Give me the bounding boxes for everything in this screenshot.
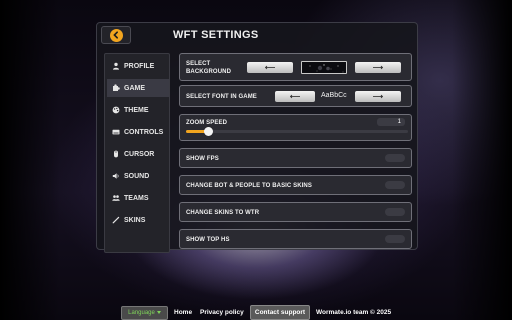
arrow-right-icon — [373, 65, 384, 70]
setting-label: SHOW TOP HS — [186, 237, 230, 243]
sidebar-item-profile[interactable]: PROFILE — [107, 57, 169, 75]
copyright-text: Wormate.io team © 2025 — [316, 309, 392, 316]
panel-header: WFT SETTINGS — [97, 23, 417, 47]
language-label: Language — [128, 310, 155, 316]
footer: Language Home Privacy policy Contact sup… — [0, 304, 512, 320]
privacy-policy-link[interactable]: Privacy policy — [200, 309, 244, 316]
setting-label: CHANGE SKINS TO WTR — [186, 210, 260, 216]
skins-wtr-toggle[interactable] — [385, 208, 405, 216]
back-button[interactable] — [101, 26, 131, 44]
sidebar-item-label: CURSOR — [124, 150, 155, 158]
setting-row-font: SELECT FONT IN GAME AaBbCc — [179, 85, 412, 107]
settings-sidebar: PROFILE GAME THEME CONTROLS CURSOR SOUND… — [104, 53, 170, 253]
show-fps-toggle[interactable] — [385, 154, 405, 162]
sidebar-item-label: CONTROLS — [124, 128, 164, 136]
zoom-slider[interactable] — [186, 127, 408, 136]
show-top-hs-toggle[interactable] — [385, 235, 405, 243]
sidebar-item-game[interactable]: GAME — [107, 79, 169, 97]
sidebar-item-label: PROFILE — [124, 62, 155, 70]
speaker-icon — [112, 172, 120, 180]
sidebar-item-label: THEME — [124, 106, 149, 114]
setting-row-skins-wtr[interactable]: CHANGE SKINS TO WTR — [179, 202, 412, 222]
arrow-left-icon — [289, 94, 300, 99]
setting-label: SELECT BACKGROUND — [186, 61, 231, 75]
sidebar-item-teams[interactable]: TEAMS — [107, 189, 169, 207]
setting-row-show-fps[interactable]: SHOW FPS — [179, 148, 412, 168]
background-prev-button[interactable] — [247, 62, 293, 73]
user-icon — [112, 62, 120, 70]
setting-row-zoom: ZOOM SPEED 1 — [179, 114, 412, 141]
panel-title: WFT SETTINGS — [173, 29, 259, 41]
background-next-button[interactable] — [355, 62, 401, 73]
setting-label: ZOOM SPEED — [186, 120, 228, 126]
font-sample: AaBbCc — [321, 92, 347, 99]
puzzle-icon — [112, 84, 120, 92]
setting-label: SELECT FONT IN GAME — [186, 94, 257, 100]
group-icon — [112, 194, 120, 202]
zoom-value: 1 — [377, 118, 405, 126]
setting-label: CHANGE BOT & PEOPLE TO BASIC SKINS — [186, 183, 312, 189]
basic-skins-toggle[interactable] — [385, 181, 405, 189]
font-next-button[interactable] — [355, 91, 401, 102]
sidebar-item-sound[interactable]: SOUND — [107, 167, 169, 185]
sidebar-item-label: SOUND — [124, 172, 150, 180]
sidebar-item-label: TEAMS — [124, 194, 149, 202]
sidebar-item-label: SKINS — [124, 216, 146, 224]
keyboard-icon — [112, 128, 120, 136]
zoom-slider-thumb[interactable] — [204, 127, 213, 136]
chevron-down-icon — [156, 310, 161, 316]
contact-support-button[interactable]: Contact support — [250, 305, 310, 320]
brush-icon — [112, 216, 120, 224]
settings-panel: WFT SETTINGS PROFILE GAME THEME CONTROLS — [96, 22, 418, 253]
palette-icon — [112, 106, 120, 114]
font-prev-button[interactable] — [275, 91, 315, 102]
sidebar-item-label: GAME — [124, 84, 145, 92]
sidebar-item-theme[interactable]: THEME — [107, 101, 169, 119]
setting-row-basic-skins[interactable]: CHANGE BOT & PEOPLE TO BASIC SKINS — [179, 175, 412, 195]
setting-label: SHOW FPS — [186, 156, 219, 162]
sidebar-item-skins[interactable]: SKINS — [107, 211, 169, 229]
left-shade — [0, 0, 60, 320]
setting-row-show-top-hs[interactable]: SHOW TOP HS — [179, 229, 412, 249]
home-link[interactable]: Home — [174, 309, 192, 316]
sidebar-item-controls[interactable]: CONTROLS — [107, 123, 169, 141]
sidebar-item-cursor[interactable]: CURSOR — [107, 145, 169, 163]
arrow-left-icon — [264, 65, 275, 70]
right-shade — [452, 0, 512, 320]
chevron-left-icon — [109, 28, 123, 42]
arrow-right-icon — [373, 94, 384, 99]
language-select[interactable]: Language — [121, 306, 168, 320]
setting-row-background: SELECT BACKGROUND — [179, 53, 412, 81]
mouse-icon — [112, 150, 120, 158]
background-preview — [301, 61, 347, 74]
